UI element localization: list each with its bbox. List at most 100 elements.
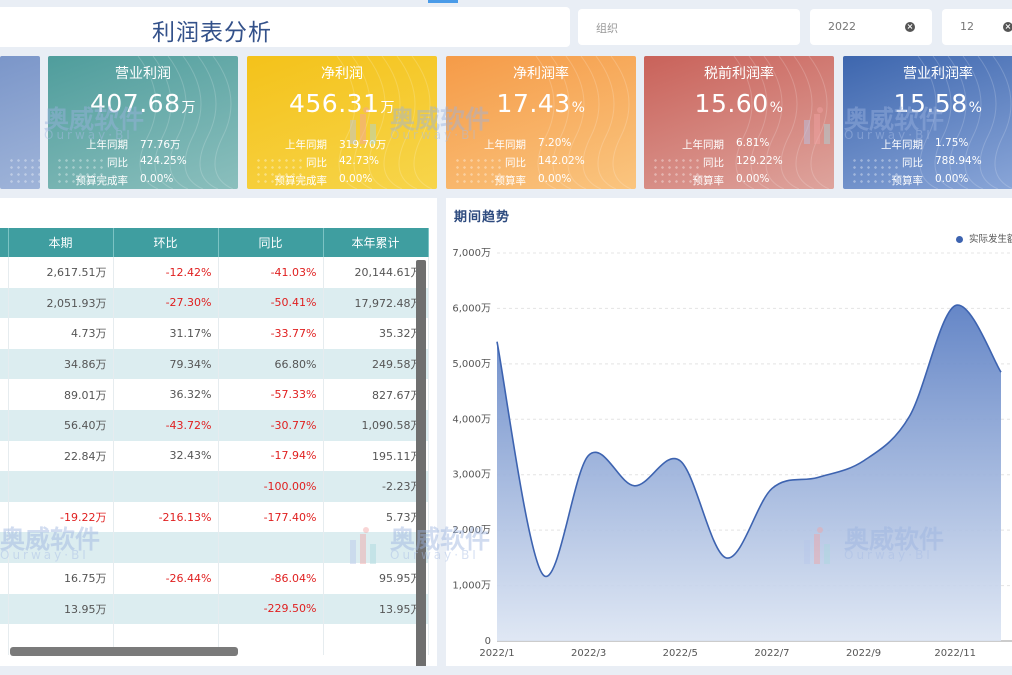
data-point <box>678 459 682 463</box>
table-cell: -86.04% <box>218 562 324 594</box>
table-row[interactable]: 56.40万 -43.72% -30.77% 1,090.58万 <box>0 409 429 441</box>
kpi-card-operating-margin: 营业利润率 15.58% 上年同期 1.75% 同比 788.94% 预算率 0.00… <box>843 56 1012 189</box>
table-header-cell[interactable]: 环比 <box>113 228 219 257</box>
kpi-card-partial <box>0 56 40 189</box>
y-tick-label: 5,000万 <box>452 359 491 370</box>
table-row[interactable]: 2,051.93万 -27.30% -50.41% 17,972.48万 <box>0 287 429 319</box>
table-cell <box>0 501 9 533</box>
table-cell <box>0 562 9 594</box>
table-cell <box>0 532 9 563</box>
table-horizontal-scrollbar[interactable] <box>10 647 238 656</box>
table-cell: 16.75万 <box>8 562 114 594</box>
table-cell: 32.43% <box>113 440 219 472</box>
y-tick-label: 6,000万 <box>452 303 491 314</box>
table-header-cell[interactable]: 本年累计 <box>323 228 429 257</box>
y-tick-label: 0 <box>485 636 491 647</box>
table-cell <box>0 440 9 472</box>
table-cell <box>113 593 219 625</box>
trend-chart-panel: 0 1,000万 2,000万 3,000万 4,000万 5,000万 6,000万 7,0… <box>446 198 1012 666</box>
table-cell: -100.00% <box>218 471 324 502</box>
y-tick-label: 1,000万 <box>452 581 491 592</box>
table-vertical-scrollbar[interactable] <box>416 260 426 666</box>
table-header-cell <box>0 228 9 257</box>
table-cell: 22.84万 <box>8 440 114 472</box>
month-filter[interactable]: 12 × <box>942 9 1012 45</box>
data-point <box>907 415 911 419</box>
table-cell <box>218 532 324 563</box>
clear-year-icon[interactable]: × <box>905 22 915 32</box>
table-header-cell[interactable]: 本期 <box>8 228 114 257</box>
table-cell: 34.86万 <box>8 348 114 380</box>
data-point <box>495 340 499 344</box>
x-tick-label: 2022/7 <box>754 648 789 659</box>
kpi-value: 456.31万 <box>289 89 395 118</box>
table-cell <box>113 471 219 502</box>
table-row[interactable]: 16.75万 -26.44% -86.04% 95.95万 <box>0 562 429 594</box>
table-row[interactable]: -19.22万 -216.13% -177.40% 5.73万 <box>0 501 429 533</box>
table-row[interactable]: 22.84万 32.43% -17.94% 195.11万 <box>0 440 429 472</box>
table-cell: 4.73万 <box>8 318 114 349</box>
table-cell: 31.17% <box>113 318 219 349</box>
table-cell: 827.67万 <box>323 379 429 410</box>
table-row[interactable]: 13.95万 -229.50% 13.95万 <box>0 593 429 625</box>
table-cell <box>0 409 9 441</box>
table-cell: 36.32% <box>113 379 219 410</box>
table-cell: -229.50% <box>218 593 324 625</box>
data-point <box>541 572 545 576</box>
data-point <box>770 487 774 491</box>
year-filter-value: 2022 <box>828 20 856 33</box>
y-tick-label: 3,000万 <box>452 470 491 481</box>
table-row[interactable]: -100.00% -2.23万 <box>0 471 429 502</box>
series-area <box>497 305 1001 641</box>
table-cell <box>0 257 9 288</box>
table-cell <box>323 624 429 655</box>
data-point <box>587 453 591 457</box>
year-filter[interactable]: 2022 × <box>810 9 932 45</box>
kpi-value: 17.43% <box>496 89 586 118</box>
trend-chart: 0 1,000万 2,000万 3,000万 4,000万 5,000万 6,000万 7,0… <box>452 248 1012 659</box>
table-cell: -43.72% <box>113 409 219 441</box>
kpi-card-pretax-margin: 税前利润率 15.60% 上年同期 6.81% 同比 129.22% 预算率 0.00… <box>644 56 834 189</box>
table-cell: 5.73万 <box>323 501 429 533</box>
kpi-title: 营业利润 <box>115 66 171 82</box>
y-tick-label: 4,000万 <box>452 414 491 425</box>
table-cell <box>0 593 9 625</box>
title-bar: 利润表分析 <box>0 7 570 47</box>
table-cell <box>113 532 219 563</box>
table-cell: 195.11万 <box>323 440 429 472</box>
table-cell <box>0 318 9 349</box>
table-cell: 13.95万 <box>323 593 429 625</box>
table-cell: 2,051.93万 <box>8 287 114 319</box>
kpi-title: 净利润率 <box>513 66 569 82</box>
table-row[interactable] <box>0 532 429 563</box>
org-filter[interactable]: 组织 <box>578 9 800 45</box>
data-point <box>724 556 728 560</box>
kpi-title: 净利润 <box>321 66 363 82</box>
table-cell: 20,144.61万 <box>323 257 429 288</box>
table-row[interactable]: 2,617.51万 -12.42% -41.03% 20,144.61万 <box>0 257 429 288</box>
x-tick-label: 2022/1 <box>479 648 514 659</box>
table-cell <box>0 379 9 410</box>
data-point <box>632 484 636 488</box>
kpi-card-operating-profit: 营业利润 407.68万 上年同期 77.76万 同比 424.25% 预算完成率 0… <box>48 56 238 189</box>
kpi-card-net-margin: 净利润率 17.43% 上年同期 7.20% 同比 142.02% 预算率 0.00% <box>446 56 636 189</box>
table-cell <box>8 532 114 563</box>
table-cell: -33.77% <box>218 318 324 349</box>
table-row[interactable]: 34.86万 79.34% 66.80% 249.58万 <box>0 348 429 380</box>
page-title: 利润表分析 <box>152 20 272 46</box>
table-row[interactable]: 89.01万 36.32% -57.33% 827.67万 <box>0 379 429 410</box>
table-row[interactable]: 4.73万 31.17% -33.77% 35.32万 <box>0 318 429 349</box>
table-header-cell[interactable]: 同比 <box>218 228 324 257</box>
table-cell: 249.58万 <box>323 348 429 380</box>
table-cell: -12.42% <box>113 257 219 288</box>
table-cell <box>8 471 114 502</box>
clear-month-icon[interactable]: × <box>1003 22 1012 32</box>
chart-legend[interactable]: 实际发生额 <box>956 231 1012 245</box>
table-cell: -41.03% <box>218 257 324 288</box>
table-cell: 56.40万 <box>8 409 114 441</box>
table-cell <box>323 532 429 563</box>
data-point <box>862 459 866 463</box>
data-point <box>999 370 1003 374</box>
table-cell: -50.41% <box>218 287 324 319</box>
y-tick-label: 7,000万 <box>452 248 491 259</box>
